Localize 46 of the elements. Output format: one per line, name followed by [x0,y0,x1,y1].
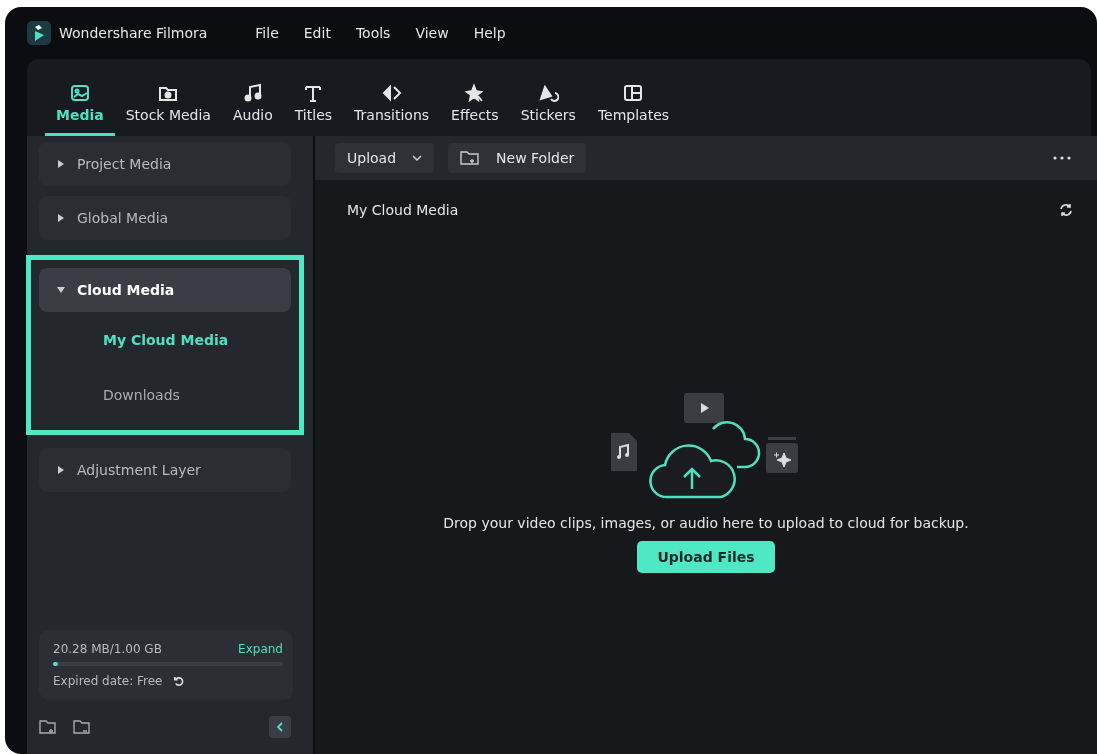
chevron-down-icon [412,155,423,161]
sidebar-item[interactable]: Adjustment Layer [39,448,291,492]
tab-icon [622,83,645,103]
new-folder-button[interactable]: New Folder [448,143,587,173]
refresh-icon[interactable] [172,675,184,687]
menu-item[interactable]: Tools [355,25,391,41]
folder-remove-icon[interactable] [73,719,91,735]
storage-usage: 20.28 MB/1.00 GB [53,642,162,656]
tab[interactable]: Audio [221,83,284,136]
tab-icon [537,83,560,103]
sidebar-subitem[interactable]: Downloads [39,367,291,422]
app-title: Wondershare Filmora [59,25,208,41]
menu-item[interactable]: Help [473,25,506,41]
menu-item[interactable]: Edit [303,25,331,41]
expand-link[interactable]: Expand [238,642,283,656]
app-logo-icon [27,21,51,45]
sidebar-item[interactable]: Global Media [39,196,291,240]
sidebar-subitem[interactable]: My Cloud Media [39,312,291,367]
expiry-text: Expired date: Free [53,674,163,688]
upload-dropdown[interactable]: Upload [335,143,435,173]
more-icon[interactable] [1053,156,1071,160]
menu-item[interactable]: File [255,25,279,41]
tab[interactable]: Effects [440,83,510,136]
section-title: My Cloud Media [347,202,459,218]
tab-icon [463,83,486,103]
caret-icon [57,214,65,222]
caret-icon [57,160,65,168]
tab[interactable]: Titles [283,83,344,136]
tab[interactable]: Stickers [509,83,587,136]
menu-item[interactable]: View [415,25,449,41]
folder-add-icon [460,150,481,166]
upload-files-button[interactable]: Upload Files [637,541,775,573]
tab[interactable]: Stock Media [114,83,222,136]
caret-icon [57,466,65,474]
caret-icon [57,286,65,294]
collapse-panel-button[interactable] [269,716,291,738]
tab[interactable]: Templates [586,83,681,136]
sidebar-item[interactable]: Cloud Media [39,268,291,312]
new-folder-icon[interactable] [39,719,57,735]
refresh-icon[interactable] [1059,203,1073,217]
tab-icon [380,83,403,103]
sidebar-item[interactable]: Project Media [39,142,291,186]
tab-icon [68,83,91,103]
drop-hint: Drop your video clips, images, or audio here to upload to cloud for backup. [443,515,969,531]
tab[interactable]: Transitions [343,83,441,136]
chevron-left-icon [276,722,284,732]
